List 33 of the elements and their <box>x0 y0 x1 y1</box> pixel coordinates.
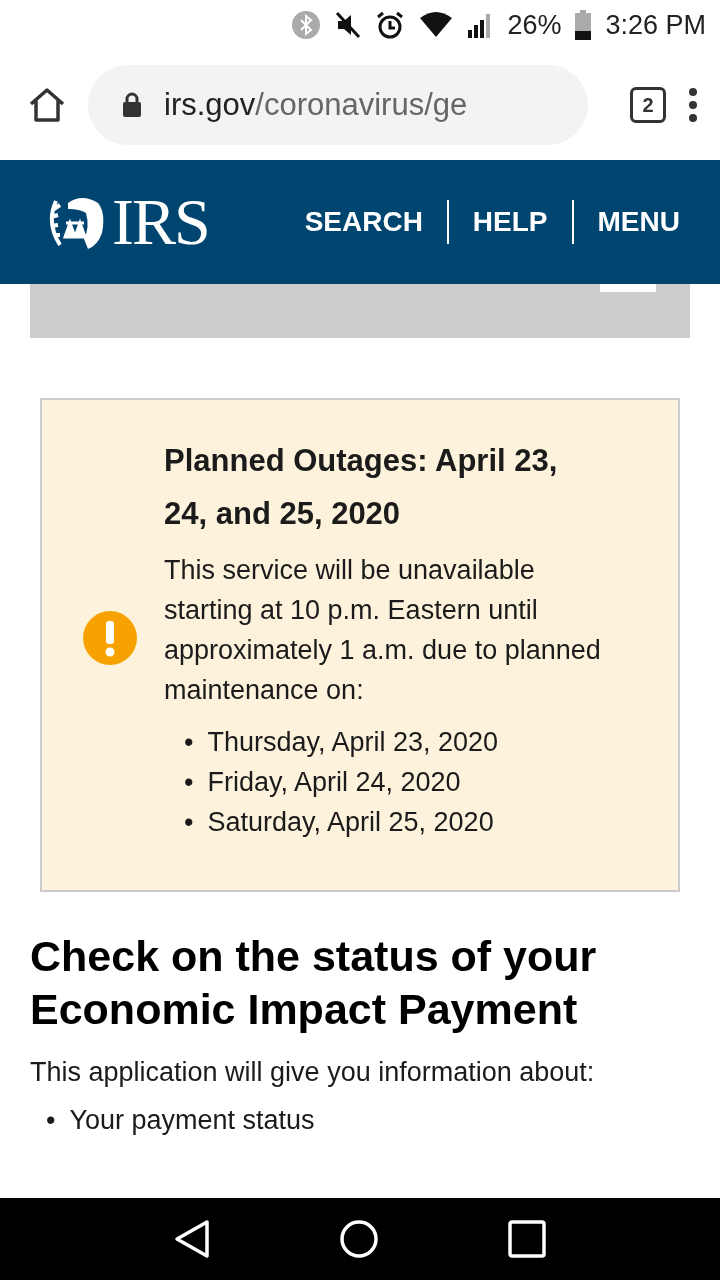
battery-icon <box>575 10 592 40</box>
clock-time: 3:26 PM <box>605 9 706 41</box>
outage-date: Thursday, April 23, 2020 <box>207 726 499 759</box>
bullet: • <box>184 766 194 799</box>
nav-link[interactable]: SEARCH <box>280 200 447 244</box>
muted-speaker-icon <box>335 11 362 39</box>
address-bar[interactable]: irs.gov/coronavirus/ge <box>88 65 588 145</box>
info-item: Your payment status <box>69 1104 315 1137</box>
home-icon[interactable] <box>28 87 66 123</box>
tab-count-button[interactable]: 2 <box>630 87 666 123</box>
page-heading: Check on the status of your Economic Impact Payment <box>30 931 598 1035</box>
warning-icon <box>82 610 138 666</box>
url-text: irs.gov/coronavirus/ge <box>164 87 468 123</box>
irs-logo-text[interactable]: IRS <box>112 184 209 260</box>
alarm-icon <box>375 10 406 40</box>
nav-link[interactable]: MENU <box>571 200 680 244</box>
nav-link[interactable]: HELP <box>446 200 572 244</box>
intro-text: This application will give you information about: <box>30 1056 596 1089</box>
bluetooth-icon <box>291 10 322 40</box>
back-icon[interactable] <box>174 1219 211 1259</box>
recents-icon[interactable] <box>507 1220 546 1258</box>
more-options-icon[interactable] <box>688 88 698 122</box>
bullet: • <box>184 726 194 759</box>
alert-title: Planned Outages: April 23, 24, and 25, 2020 <box>164 442 559 533</box>
outage-date: Friday, April 24, 2020 <box>207 766 461 799</box>
wifi-icon <box>419 12 454 38</box>
bullet: • <box>184 806 194 839</box>
home-circle-icon[interactable] <box>339 1219 379 1259</box>
alert-text: This service will be unavailable starting at 10 p.m. Eastern until approximately 1 a.m. due to planned maintenance on: <box>164 554 602 707</box>
lock-icon <box>122 92 142 118</box>
bullet: • <box>46 1104 56 1137</box>
outage-date: Saturday, April 25, 2020 <box>207 806 494 839</box>
battery-percentage: 26% <box>507 9 562 41</box>
